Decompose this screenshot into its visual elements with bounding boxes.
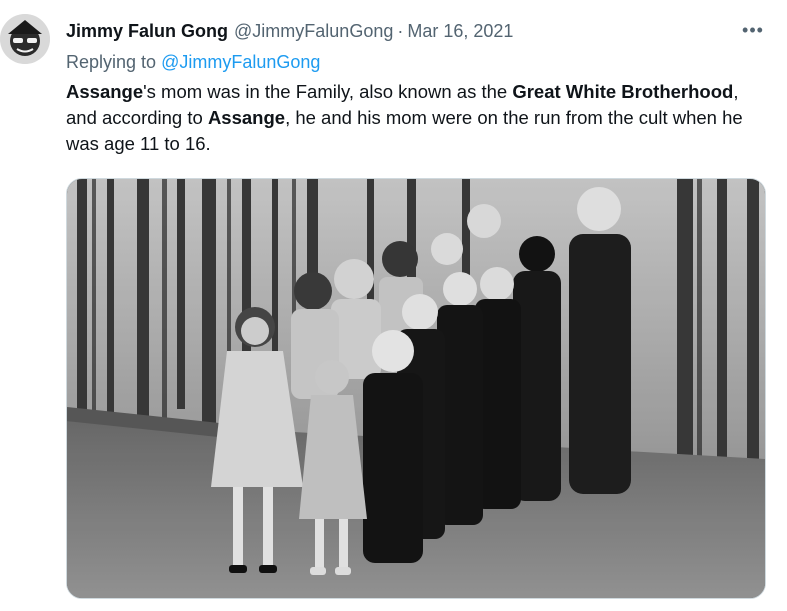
tweet-date[interactable]: Mar 16, 2021 xyxy=(407,21,513,41)
replying-to-handle[interactable]: @JimmyFalunGong xyxy=(161,52,320,72)
tweet-header: Jimmy Falun Gong @JimmyFalunGong · Mar 16, … xyxy=(66,19,513,43)
author-name[interactable]: Jimmy Falun Gong xyxy=(66,21,228,41)
tweet-photo[interactable] xyxy=(66,178,766,599)
tweet-text-part: 's mom was in the Family, also known as … xyxy=(143,81,513,102)
author-handle[interactable]: @JimmyFalunGong xyxy=(234,21,393,41)
tweet-text-part: Assange xyxy=(66,81,144,102)
replying-to-label: Replying to xyxy=(66,52,157,72)
tweet-text: Assange's mom was in the Family, also kn… xyxy=(66,79,766,157)
tweet-text-part: Great White Brotherhood xyxy=(512,81,734,102)
tweet-text-part: Assange xyxy=(207,107,286,128)
replying-to: Replying to @JimmyFalunGong xyxy=(66,50,320,74)
avatar[interactable] xyxy=(0,14,50,64)
avatar-icon xyxy=(0,14,50,64)
more-options-icon[interactable]: ••• xyxy=(738,20,768,40)
photo-children-in-forest xyxy=(67,179,765,598)
separator-dot: · xyxy=(397,21,404,41)
